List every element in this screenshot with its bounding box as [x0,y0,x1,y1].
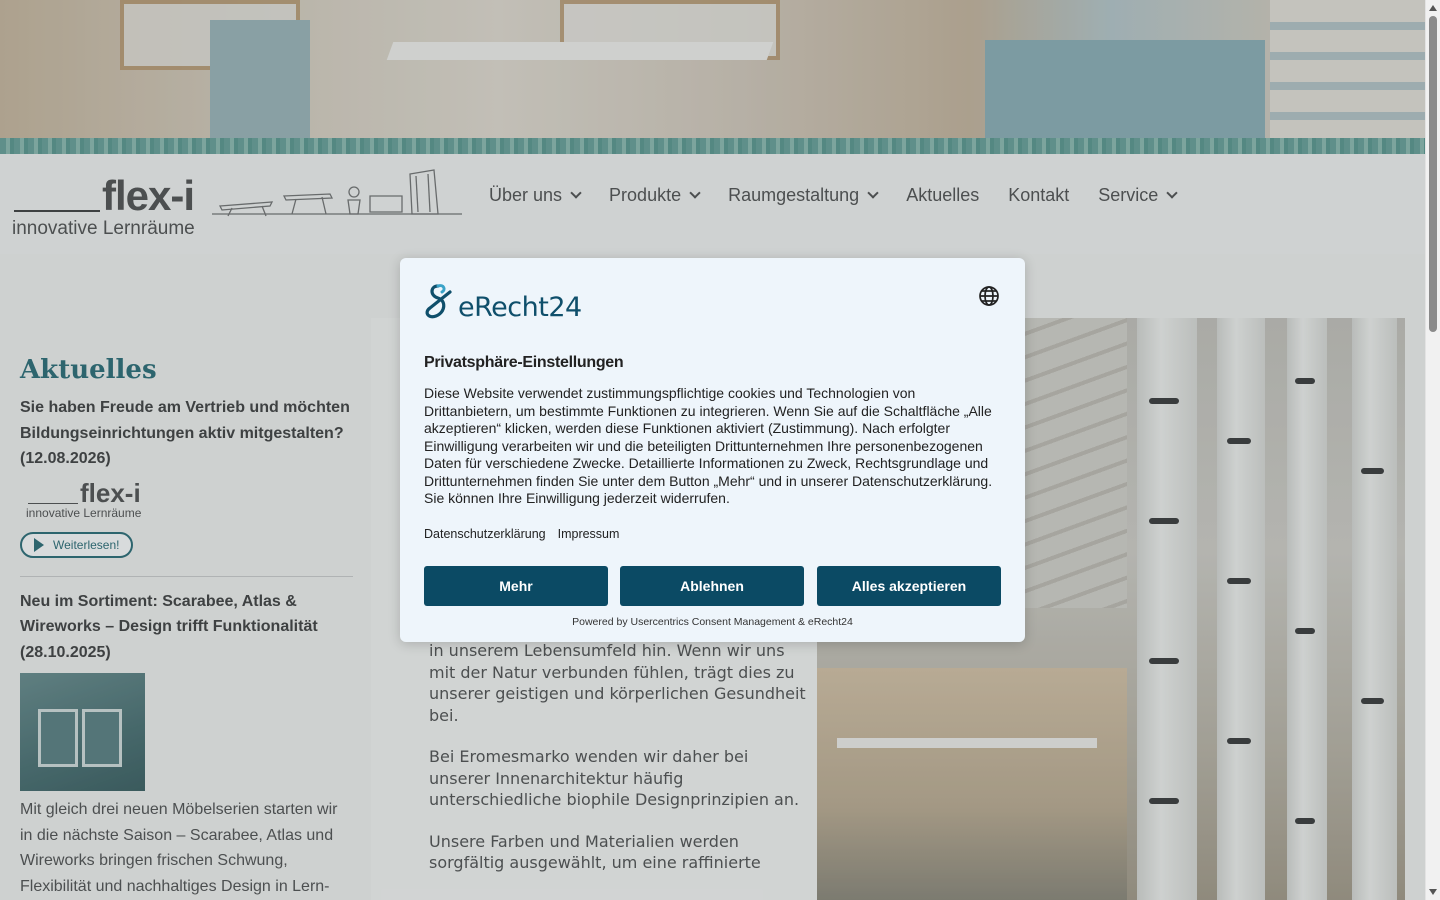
decline-button[interactable]: Ablehnen [620,566,804,606]
more-button[interactable]: Mehr [424,566,608,606]
scroll-down-arrow-icon[interactable] [1429,889,1437,895]
page-scrollbar[interactable] [1425,0,1440,900]
powered-by-text: Powered by Usercentrics Consent Manageme… [572,616,853,628]
consent-dialog: eRecht24 Privatsphäre-Einstellungen Dies… [400,258,1025,642]
privacy-policy-link[interactable]: Datenschutzerklärung [424,527,546,541]
erecht24-mark-icon [425,284,452,319]
accept-all-button[interactable]: Alles akzeptieren [817,566,1001,606]
scrollbar-thumb[interactable] [1429,16,1437,332]
language-globe-icon[interactable] [978,285,1000,307]
consent-title: Privatsphäre-Einstellungen [424,354,624,371]
consent-links: Datenschutzerklärung Impressum [424,527,631,541]
scroll-up-arrow-icon[interactable] [1429,5,1437,11]
imprint-link[interactable]: Impressum [558,527,620,541]
erecht24-logo-text: eRecht24 [458,292,582,323]
erecht24-logo: eRecht24 [424,282,594,323]
consent-text: Diese Website verwendet zustimmungspflic… [424,385,993,506]
